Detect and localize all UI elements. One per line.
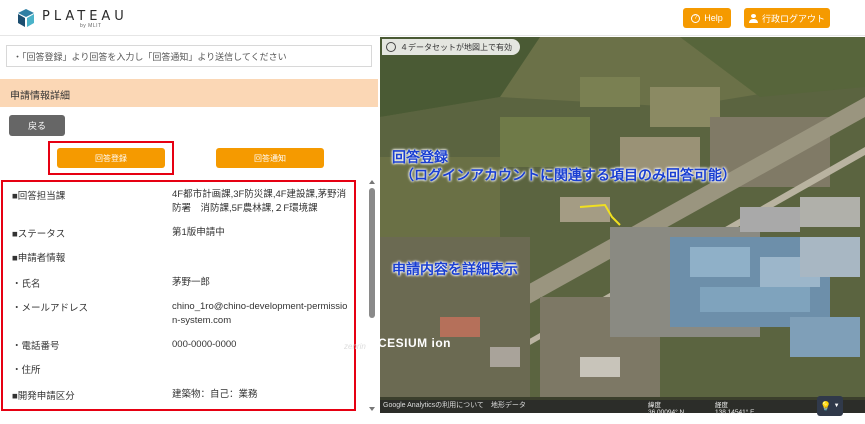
zenrin-logo: zenrin [344,342,366,351]
scroll-down-icon[interactable] [369,407,375,411]
app-header: PLATEAU by MLIT ? Help 行政ログアウト [0,0,865,36]
left-panel: ・「回答登録」より回答を入力し「回答通知」より送信してください 申請情報詳細 戻… [0,37,378,424]
notice-text: ・「回答登録」より回答を入力し「回答通知」より送信してください [6,45,372,67]
help-button[interactable]: ? Help [683,8,731,28]
logo-subtext: by MLIT [80,23,102,29]
latitude-readout: 緯度 36.00094° N [648,402,684,416]
help-label: Help [704,13,723,23]
user-icon [748,13,758,23]
logout-label: 行政ログアウト [761,13,825,24]
logo-text: PLATEAU [42,9,128,24]
annotation-register: 回答登録 [392,150,448,166]
lighting-toggle-button[interactable]: 💡 ▼ [817,396,843,416]
answer-notify-button[interactable]: 回答通知 [216,148,324,168]
question-icon: ? [691,13,701,23]
dataset-status-text: ４データセットが地図上で有効 [400,43,512,52]
highlight-box-register [48,141,174,175]
section-title: 申請情報詳細 [0,79,378,107]
lat-label: 緯度 [648,402,661,409]
plateau-logo-icon [18,9,34,27]
map-view[interactable]: ４データセットが地図上で有効 回答登録 （ログインアカウントに関連する項目のみ回… [380,37,865,413]
annotation-register-note: （ログインアカウントに関連する項目のみ回答可能） [400,168,736,184]
aerial-map-image [380,37,865,413]
map-attribution[interactable]: Google Analyticsの利用について 地形データ [383,400,526,410]
cesium-logo: CESIUM ion [378,336,451,350]
back-button[interactable]: 戻る [9,115,65,136]
dataset-status[interactable]: ４データセットが地図上で有効 [382,39,520,55]
lightbulb-icon: 💡 [820,400,832,411]
longitude-readout: 経度 138.14541° E [715,402,754,416]
annotation-detail: 申請内容を詳細表示 [392,262,518,278]
scroll-up-icon[interactable] [369,180,375,184]
chevron-down-icon: ▼ [833,403,840,409]
scrollbar[interactable] [368,180,376,411]
signal-icon [386,42,396,52]
logout-button[interactable]: 行政ログアウト [744,8,830,28]
lon-label: 経度 [715,402,728,409]
scroll-thumb[interactable] [369,188,375,318]
lat-value: 36.00094° N [648,409,685,416]
lon-value: 138.14541° E [715,409,755,416]
highlight-box-detail [1,180,356,411]
